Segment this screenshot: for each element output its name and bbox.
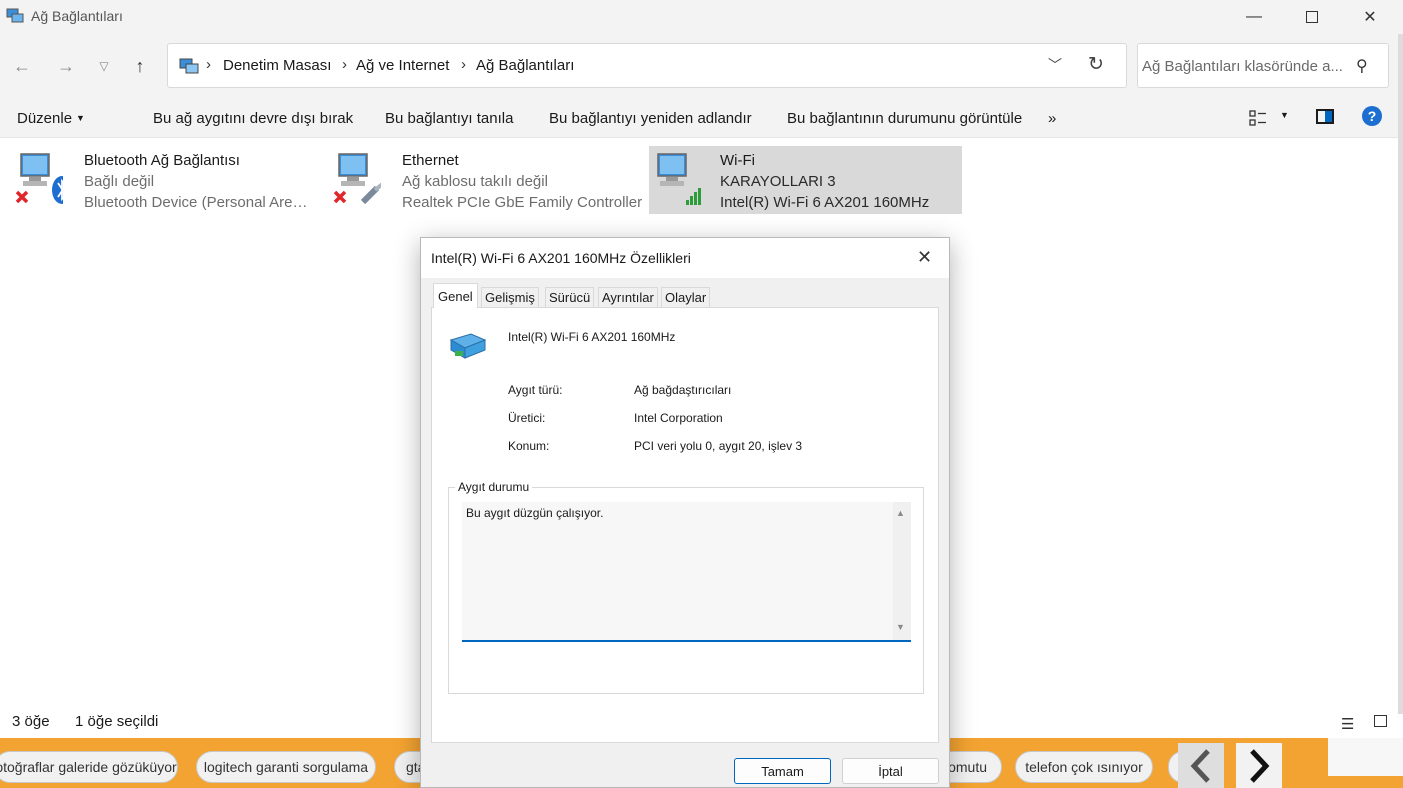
suggestion-chip[interactable]: telefon çok ısınıyor <box>1015 751 1153 783</box>
scroll-down-icon[interactable]: ▼ <box>896 622 905 632</box>
tab-events[interactable]: Olaylar <box>661 287 711 307</box>
connection-device: Intel(R) Wi-Fi 6 AX201 160MHz <box>720 194 930 211</box>
selected-count: 1 öğe seçildi <box>75 713 159 730</box>
address-bar[interactable]: › Denetim Masası › Ağ ve Internet › Ağ B… <box>167 43 1127 88</box>
device-status-group: Aygıt durumu Bu aygıt düzgün çalışıyor. … <box>448 480 924 694</box>
chevron-right-icon: › <box>206 56 211 73</box>
blank-area <box>1328 738 1403 776</box>
view-options-caret-icon[interactable]: ▼ <box>1280 110 1289 120</box>
connection-item-bluetooth[interactable]: Bluetooth Ağ Bağlantısı Bağlı değil Blue… <box>0 146 320 214</box>
suggestion-chip[interactable]: otoğraflar galeride gözüküyor <box>0 751 178 783</box>
details-view-icon[interactable]: ☰ <box>1341 715 1354 733</box>
connection-status: KARAYOLLARI 3 <box>720 173 836 190</box>
connection-item-ethernet[interactable]: Ethernet Ağ kablosu takılı değil Realtek… <box>318 146 642 214</box>
network-adapter-icon <box>449 333 487 359</box>
change-view-icon[interactable] <box>1249 110 1267 126</box>
address-dropdown-icon[interactable]: ﹀ <box>1048 55 1062 75</box>
bluetooth-network-icon <box>15 153 63 204</box>
window-edge <box>1398 34 1403 714</box>
device-status-title: Aygıt durumu <box>455 480 533 494</box>
tab-driver[interactable]: Sürücü <box>545 287 595 307</box>
arrow-up-icon: ↑ <box>135 55 145 76</box>
back-button[interactable]: ← <box>8 54 36 78</box>
organize-label: Düzenle <box>17 110 73 127</box>
wifi-network-icon <box>657 153 701 205</box>
search-input[interactable] <box>1142 56 1342 76</box>
scroll-right-button[interactable] <box>1236 743 1282 788</box>
scroll-up-icon[interactable]: ▲ <box>896 508 905 518</box>
connection-name: Wi-Fi <box>720 152 755 169</box>
device-status-textbox[interactable]: Bu aygıt düzgün çalışıyor. ▲ ▼ <box>462 502 911 642</box>
connection-status: Bağlı değil <box>84 173 155 190</box>
window-title: Ağ Bağlantıları <box>31 8 123 24</box>
search-box[interactable]: ⚲ <box>1137 43 1389 88</box>
minimize-icon: — <box>1246 8 1262 25</box>
device-type-label: Aygıt türü: <box>508 383 563 397</box>
chevron-down-icon: ▽ <box>99 59 109 73</box>
close-button[interactable]: ✕ <box>1341 0 1399 34</box>
breadcrumb-network-connections[interactable]: Ağ Bağlantıları <box>476 57 574 74</box>
disable-device-button[interactable]: Bu ağ aygıtını devre dışı bırak <box>153 110 353 127</box>
dialog-title-bar: Intel(R) Wi-Fi 6 AX201 160MHz Özellikler… <box>421 238 949 278</box>
connection-item-wifi[interactable]: Wi-Fi KARAYOLLARI 3 Intel(R) Wi-Fi 6 AX2… <box>649 146 962 214</box>
organize-menu[interactable]: Düzenle ▼ <box>17 110 85 127</box>
address-row: ← → ▽ ↑ › Denetim Masası › Ağ ve Interne… <box>0 34 1403 98</box>
location-value: PCI veri yolu 0, aygıt 20, işlev 3 <box>634 439 803 453</box>
general-tab-panel: Intel(R) Wi-Fi 6 AX201 160MHz Aygıt türü… <box>431 307 939 743</box>
chevron-right-icon: › <box>461 56 466 73</box>
suggestion-chip[interactable]: logitech garanti sorgulama <box>196 751 376 783</box>
status-scrollbar[interactable]: ▲ ▼ <box>893 502 911 640</box>
maximize-icon <box>1306 11 1318 23</box>
connection-name: Ethernet <box>402 152 459 169</box>
maximize-button[interactable] <box>1283 0 1341 34</box>
preview-pane-icon[interactable] <box>1316 109 1334 124</box>
connection-status: Ağ kablosu takılı değil <box>402 173 548 190</box>
large-icons-view-icon[interactable] <box>1374 715 1387 727</box>
location-label: Konum: <box>508 439 550 453</box>
scroll-left-button[interactable] <box>1178 743 1224 788</box>
connection-device: Realtek PCIe GbE Family Controller <box>402 194 643 211</box>
diagnose-button[interactable]: Bu bağlantıyı tanıla <box>385 110 513 127</box>
item-count: 3 öğe <box>12 713 50 730</box>
forward-button[interactable]: → <box>52 54 80 78</box>
chevron-right-icon: › <box>342 56 347 73</box>
dialog-title: Intel(R) Wi-Fi 6 AX201 160MHz Özellikler… <box>431 250 691 266</box>
search-icon[interactable]: ⚲ <box>1356 56 1368 76</box>
tab-details[interactable]: Ayrıntılar <box>598 287 658 307</box>
cancel-button[interactable]: İptal <box>842 758 939 784</box>
properties-dialog: Intel(R) Wi-Fi 6 AX201 160MHz Özellikler… <box>420 237 950 788</box>
device-status-text: Bu aygıt düzgün çalışıyor. <box>466 506 604 520</box>
dialog-close-icon[interactable]: ✕ <box>917 247 932 268</box>
close-icon: ✕ <box>1363 9 1377 26</box>
recent-locations-button[interactable]: ▽ <box>90 54 118 78</box>
breadcrumb-control-panel[interactable]: Denetim Masası <box>223 57 331 74</box>
ok-button[interactable]: Tamam <box>734 758 831 784</box>
title-bar: Ağ Bağlantıları — ✕ <box>0 0 1403 34</box>
command-bar: Düzenle ▼ Bu ağ aygıtını devre dışı bırak… <box>0 98 1403 138</box>
minimize-button[interactable]: — <box>1225 0 1283 34</box>
chevron-left-icon <box>1190 748 1210 783</box>
network-connections-icon <box>6 8 24 23</box>
ethernet-network-icon <box>333 153 381 205</box>
more-commands-button[interactable]: » <box>1048 110 1056 127</box>
up-button[interactable]: ↑ <box>126 54 154 78</box>
tab-general[interactable]: Genel <box>433 283 478 308</box>
device-name: Intel(R) Wi-Fi 6 AX201 160MHz <box>508 330 676 344</box>
view-status-button[interactable]: Bu bağlantının durumunu görüntüle <box>787 110 1022 127</box>
refresh-icon[interactable]: ↻ <box>1088 53 1104 76</box>
connection-name: Bluetooth Ağ Bağlantısı <box>84 152 240 169</box>
arrow-right-icon: → <box>57 55 75 76</box>
arrow-left-icon: ← <box>13 55 31 76</box>
breadcrumb-network-internet[interactable]: Ağ ve Internet <box>356 57 449 74</box>
manufacturer-value: Intel Corporation <box>634 411 723 425</box>
device-type-value: Ağ bağdaştırıcıları <box>634 383 732 397</box>
chevron-right-icon <box>1250 748 1270 783</box>
manufacturer-label: Üretici: <box>508 411 546 425</box>
control-panel-icon <box>179 58 199 74</box>
rename-button[interactable]: Bu bağlantıyı yeniden adlandır <box>549 110 752 127</box>
connection-device: Bluetooth Device (Personal Area ... <box>84 194 314 211</box>
tab-advanced[interactable]: Gelişmiş <box>481 287 539 307</box>
help-icon[interactable]: ? <box>1362 106 1382 126</box>
caret-down-icon: ▼ <box>76 113 85 123</box>
